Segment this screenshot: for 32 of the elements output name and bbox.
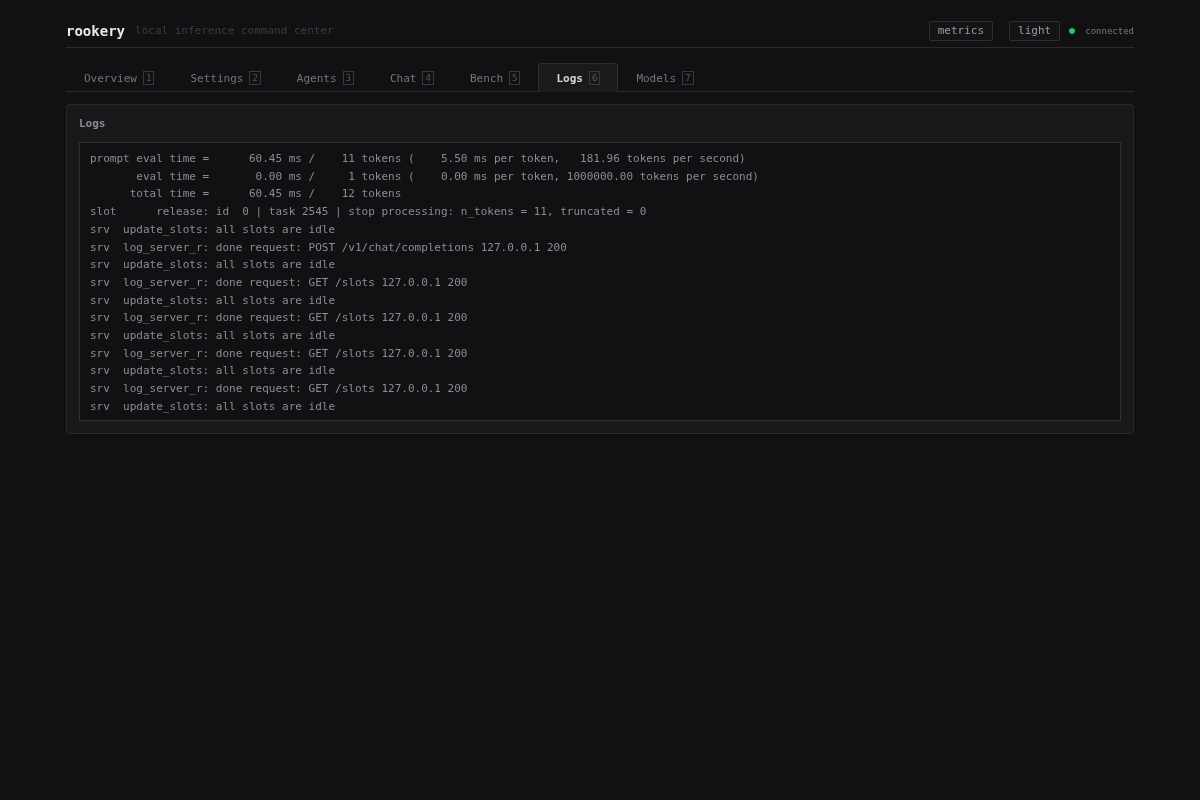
theme-toggle-button[interactable]: light (1009, 20, 1061, 41)
tab[interactable]: Agents 3 (278, 63, 372, 92)
shortcut-key: 2 (249, 71, 261, 85)
log-line: srv update_slots: all slots are idle (90, 221, 337, 238)
app-brand: rookery (66, 22, 125, 39)
metrics-button[interactable]: metrics (928, 20, 994, 41)
shortcut-key: 4 (422, 71, 434, 85)
log-line: srv log_server_r: done request: POST /v1/chat/completions 127.0.0.1 200 (90, 239, 568, 256)
log-line: srv log_server_r: done request: GET /slots 127.0.0.1 200 (90, 310, 469, 327)
shortcut-key: 1 (143, 71, 155, 85)
tab[interactable]: Models 7 (618, 63, 712, 92)
log-line: slot release: id 0 | task 2545 | stop processing: n_tokens = 11, truncated = 0 (90, 204, 648, 221)
log-line: srv update_slots: all slots are idle (90, 363, 337, 380)
log-line: srv update_slots: all slots are idle (90, 328, 337, 345)
log-line: srv update_slots: all slots are idle (90, 292, 337, 309)
shortcut-key: 7 (682, 71, 694, 85)
tab[interactable]: Bench 5 (451, 63, 539, 92)
tab[interactable]: Settings 2 (172, 63, 279, 92)
log-line: prompt eval time = 60.45 ms / 11 tokens ( 5.50 ms per token, 181.96 tokens per second) (90, 151, 747, 167)
shortcut-key: 3 (342, 71, 354, 85)
log-line: eval time = 0.00 ms / 1 tokens ( 0.00 ms per token, 1000000.00 tokens per second) (135, 168, 760, 185)
log-line: srv log_server_r: done request: GET /slots 127.0.0.1 200 (90, 345, 469, 362)
shortcut-key: 5 (509, 71, 521, 85)
panel-title: Logs (79, 117, 107, 130)
tab[interactable]: Overview 1 (66, 63, 173, 92)
log-line: srv log_server_r: done request: GET /slots 127.0.0.1 200 (90, 381, 469, 398)
log-line: srv log_server_r: done request: GET /slots 127.0.0.1 200 (90, 274, 469, 291)
tab[interactable]: Chat 4 (372, 63, 452, 92)
log-line: srv update_slots: all slots are idle (90, 398, 337, 415)
log-line: total time = 60.45 ms / 12 tokens (128, 186, 403, 203)
log-line: srv update_slots: all slots are idle (90, 257, 337, 274)
connection-status: connected (1085, 25, 1134, 36)
